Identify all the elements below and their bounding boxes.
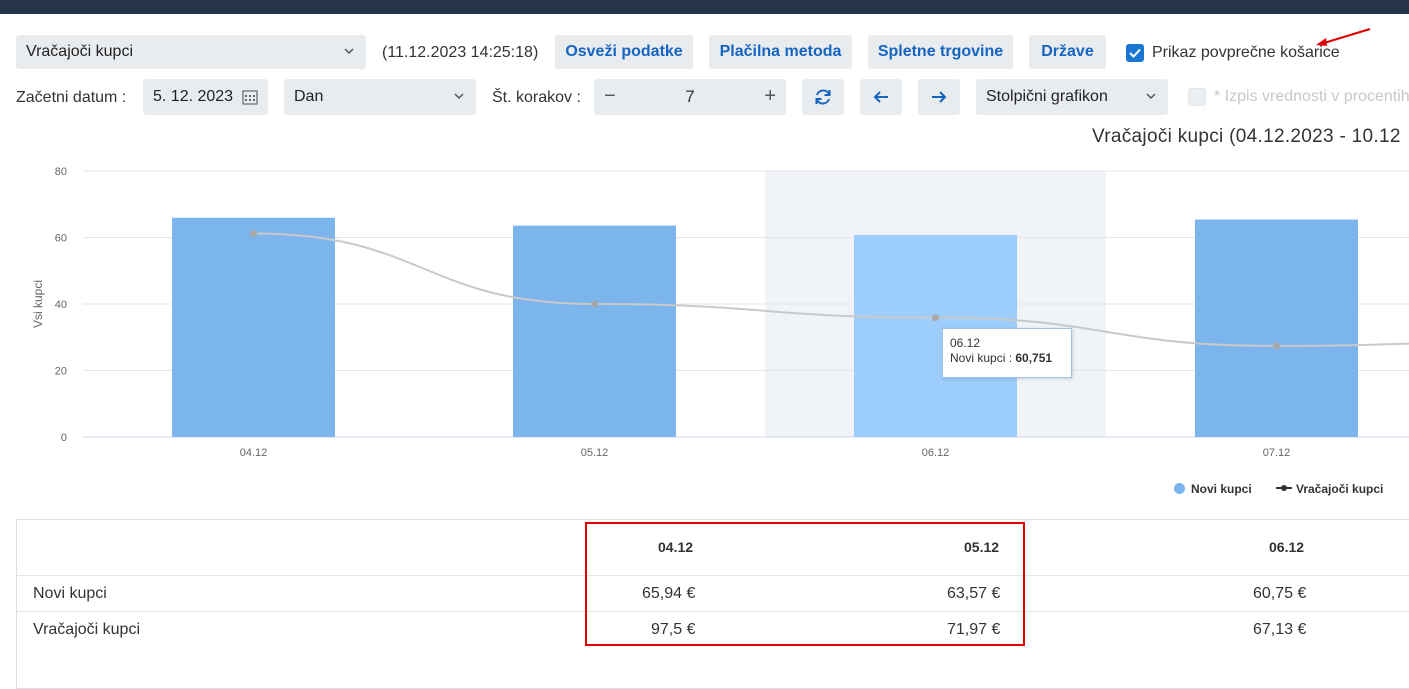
line-point xyxy=(1273,342,1280,349)
x-tick-label: 06.12 xyxy=(922,447,950,459)
chevron-down-icon xyxy=(454,91,464,101)
legend-item-returning[interactable]: Vračajoči kupci xyxy=(1276,482,1383,496)
tooltip-value: 60,751 xyxy=(1015,351,1052,365)
previous-button[interactable] xyxy=(860,79,902,115)
y-tick-label: 0 xyxy=(61,432,67,444)
x-tick-label: 05.12 xyxy=(581,447,609,459)
chart-bar xyxy=(172,218,335,437)
top-header-bar xyxy=(0,0,1409,14)
calendar-icon[interactable] xyxy=(242,89,258,105)
percent-label: * Izpis vrednosti v procentih xyxy=(1214,88,1409,106)
table-cell: 60,75 € xyxy=(1253,585,1306,603)
chart-type-value: Stolpični grafikon xyxy=(986,88,1108,106)
line-point xyxy=(250,230,257,237)
y-tick-label: 60 xyxy=(55,233,67,245)
red-annotation-arrow xyxy=(1310,26,1372,48)
legend-label-returning: Vračajoči kupci xyxy=(1296,482,1383,496)
tooltip-date: 06.12 xyxy=(950,336,1064,351)
chart-tooltip: 06.12 Novi kupci : 60,751 xyxy=(942,328,1072,378)
y-tick-label: 80 xyxy=(55,166,67,178)
payment-method-button[interactable]: Plačilna metoda xyxy=(709,35,852,69)
highlight-annotation-box xyxy=(585,522,1025,646)
report-select[interactable]: Vračajoči kupci xyxy=(16,35,366,69)
line-point xyxy=(591,301,598,308)
next-button[interactable] xyxy=(918,79,960,115)
period-select[interactable]: Dan xyxy=(284,79,476,115)
table-cell: 67,13 € xyxy=(1253,621,1306,639)
report-select-value: Vračajoči kupci xyxy=(26,43,133,61)
steps-value[interactable]: 7 xyxy=(594,87,786,107)
arrow-left-icon xyxy=(872,88,890,106)
table-row-label: Vračajoči kupci xyxy=(33,621,140,639)
refresh-icon xyxy=(814,88,832,106)
checkmark-icon xyxy=(1126,44,1144,62)
percent-checkbox[interactable] xyxy=(1188,88,1206,106)
x-tick-label: 07.12 xyxy=(1263,447,1291,459)
steps-stepper[interactable]: − 7 + xyxy=(594,79,786,115)
table-row-label: Novi kupci xyxy=(33,585,107,603)
start-date-input[interactable]: 5. 12. 2023 xyxy=(143,79,268,115)
chart-title: Vračajoči kupci (04.12.2023 - 10.12 xyxy=(1092,126,1401,148)
legend-circle-icon xyxy=(1174,483,1185,494)
chevron-down-icon xyxy=(1146,91,1156,101)
chevron-down-icon xyxy=(344,46,354,56)
steps-label: Št. korakov : xyxy=(492,89,581,107)
period-select-value: Dan xyxy=(294,88,323,106)
legend-line-icon xyxy=(1276,483,1292,493)
legend-item-new[interactable]: Novi kupci xyxy=(1174,482,1252,496)
table-header: 06.12 xyxy=(1269,539,1304,555)
start-date-value: 5. 12. 2023 xyxy=(153,88,233,106)
tooltip-series: Novi kupci : xyxy=(950,351,1015,365)
online-shops-button[interactable]: Spletne trgovine xyxy=(868,35,1013,69)
y-tick-label: 40 xyxy=(55,299,67,311)
y-axis-label: Vsi kupci xyxy=(31,280,45,328)
y-tick-label: 20 xyxy=(55,366,67,378)
x-tick-label: 04.12 xyxy=(240,447,268,459)
increment-button[interactable]: + xyxy=(764,85,776,108)
reload-button[interactable] xyxy=(802,79,844,115)
line-point xyxy=(932,314,939,321)
chart-bar xyxy=(513,226,676,437)
refresh-data-button[interactable]: Osveži podatke xyxy=(555,35,693,69)
arrow-right-icon xyxy=(930,88,948,106)
last-update-timestamp: (11.12.2023 14:25:18) xyxy=(382,44,538,62)
countries-button[interactable]: Države xyxy=(1029,35,1106,69)
chart-type-select[interactable]: Stolpični grafikon xyxy=(976,79,1168,115)
bar-chart: 0 20 40 60 80 Vsi kupci 04.12 05.12 06.12 07.12 xyxy=(0,150,1409,470)
start-date-label: Začetni datum : xyxy=(16,89,126,107)
chart-bar xyxy=(1195,220,1358,437)
avg-basket-checkbox[interactable] xyxy=(1126,44,1144,62)
legend-label-new: Novi kupci xyxy=(1191,482,1252,496)
